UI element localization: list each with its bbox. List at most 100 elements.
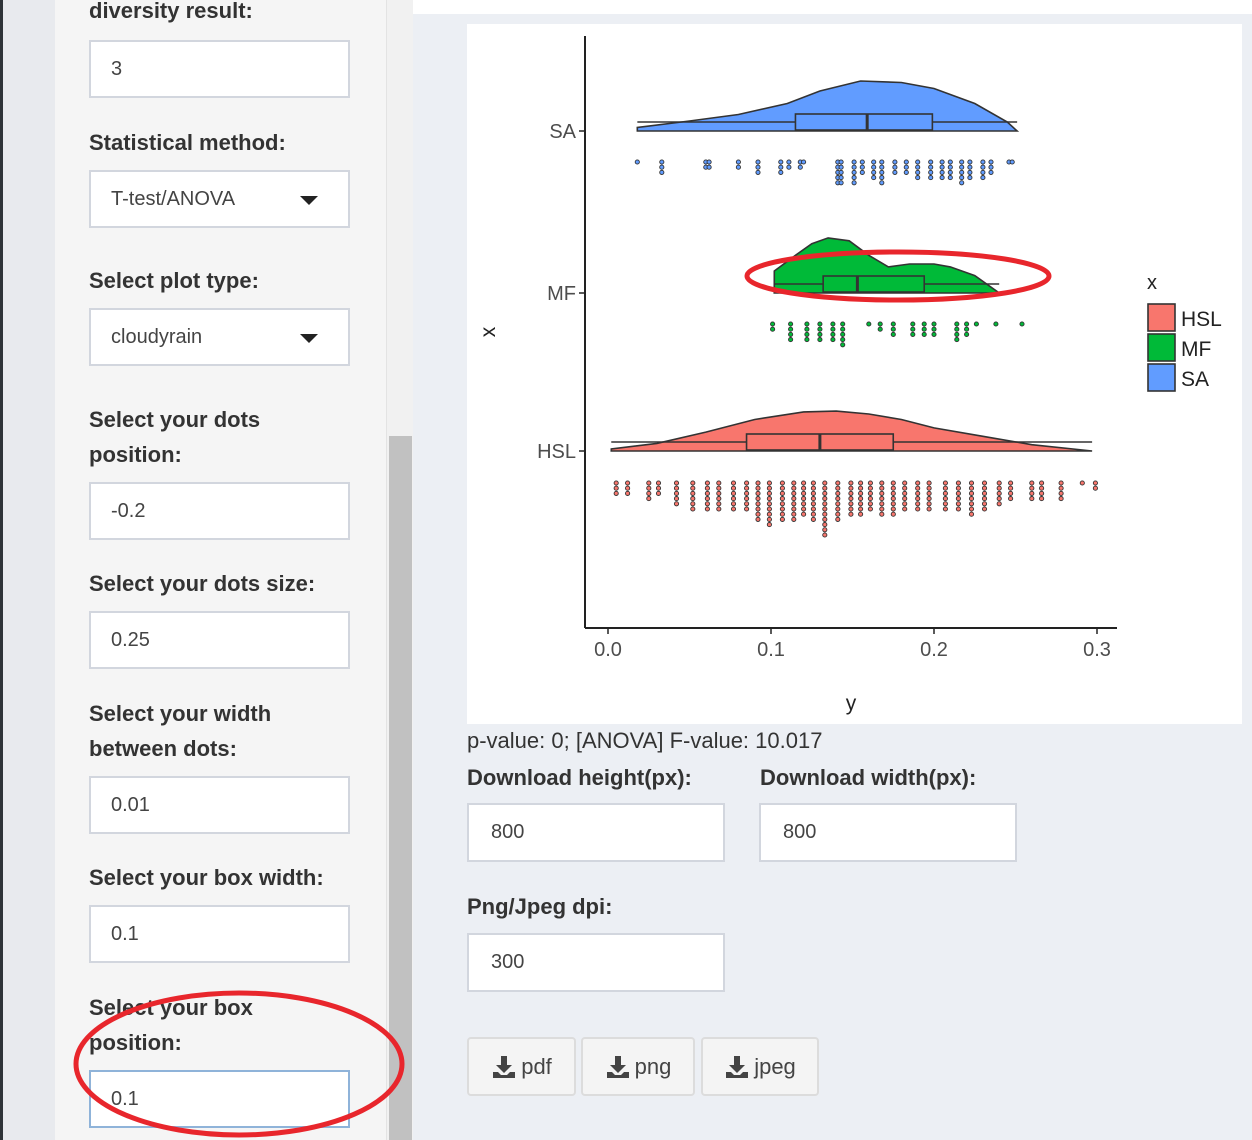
dots-size-input[interactable]: 0.25 bbox=[89, 611, 350, 669]
hsl-dot bbox=[779, 485, 785, 491]
hsl-dot bbox=[801, 496, 807, 502]
sa-dot bbox=[947, 169, 953, 175]
mf-dot bbox=[954, 337, 960, 343]
hsl-dot bbox=[867, 480, 873, 486]
download-height-input[interactable]: 800 bbox=[467, 803, 725, 862]
dpi-input[interactable]: 300 bbox=[467, 933, 725, 992]
hsl-dot bbox=[890, 490, 896, 496]
hsl-dot bbox=[1008, 496, 1014, 502]
mf-dot bbox=[954, 321, 960, 327]
hsl-dot bbox=[791, 516, 797, 522]
dots-size-label: Select your dots size: bbox=[89, 571, 316, 596]
hsl-dot bbox=[730, 490, 737, 496]
hsl-dot bbox=[822, 522, 828, 528]
hsl-dot bbox=[915, 496, 921, 502]
hsl-dot bbox=[902, 501, 908, 507]
sidebar-scrollbar-thumb[interactable] bbox=[389, 436, 412, 1140]
hsl-dot bbox=[625, 490, 631, 496]
hsl-dot bbox=[968, 496, 975, 502]
sidebar-panel: diversity result: 3 Statistical method: … bbox=[55, 0, 387, 1140]
sa-dot bbox=[959, 180, 965, 186]
plot-type-select[interactable]: cloudyrain bbox=[89, 308, 350, 366]
hsl-dot bbox=[673, 496, 680, 502]
hsl-dot bbox=[766, 501, 772, 507]
hsl-dot bbox=[915, 490, 921, 496]
hsl-dot bbox=[704, 506, 710, 512]
sa-dot bbox=[903, 169, 909, 175]
hsl-dot bbox=[791, 480, 797, 486]
hsl-dot bbox=[915, 506, 921, 512]
hsl-dot bbox=[942, 496, 948, 502]
hsl-dot bbox=[744, 496, 750, 502]
hsl-dot bbox=[755, 511, 761, 517]
download-icon bbox=[606, 1055, 629, 1078]
hsl-dot bbox=[801, 511, 807, 517]
sa-dot bbox=[838, 180, 844, 186]
sa-dot bbox=[959, 164, 965, 170]
sa-dot bbox=[892, 164, 898, 170]
sa-dot bbox=[859, 164, 865, 170]
statistical-method-select[interactable]: T-test/ANOVA bbox=[89, 170, 350, 228]
hsl-dot bbox=[810, 506, 816, 512]
sa-dot bbox=[735, 164, 741, 170]
dots-width-input[interactable]: 0.01 bbox=[89, 776, 350, 834]
sa-dot bbox=[778, 164, 784, 170]
diversity-result-input[interactable]: 3 bbox=[89, 40, 350, 98]
sa-dot bbox=[967, 175, 973, 181]
box-position-label-line1: Select your box bbox=[89, 995, 253, 1020]
hsl-dot bbox=[867, 501, 873, 507]
dots-position-label-line2: position: bbox=[89, 442, 182, 467]
chevron-down-icon bbox=[300, 334, 318, 343]
hsl-dot bbox=[996, 485, 1002, 491]
hsl-dot bbox=[858, 485, 864, 491]
sa-dot bbox=[967, 159, 973, 165]
download-pdf-button[interactable]: pdf bbox=[467, 1037, 576, 1096]
hsl-dot bbox=[822, 496, 828, 502]
sa-dot bbox=[706, 164, 712, 170]
hsl-dot bbox=[744, 490, 750, 496]
box-width-input[interactable]: 0.1 bbox=[89, 905, 350, 963]
hsl-dot bbox=[716, 496, 722, 502]
box-position-input[interactable]: 0.1 bbox=[89, 1070, 350, 1128]
sa-dot bbox=[778, 169, 784, 175]
download-jpeg-button[interactable]: jpeg bbox=[701, 1037, 819, 1096]
hsl-dot bbox=[766, 522, 772, 528]
sa-dot bbox=[947, 175, 953, 181]
legend-label-hsl: HSL bbox=[1181, 308, 1222, 331]
hsl-dot bbox=[858, 506, 864, 512]
mf-dot bbox=[921, 321, 927, 327]
hsl-dot bbox=[968, 501, 975, 507]
download-width-input[interactable]: 800 bbox=[759, 803, 1017, 862]
hsl-dot bbox=[879, 485, 885, 491]
hsl-dot bbox=[879, 496, 885, 502]
hsl-dot bbox=[716, 480, 722, 486]
download-icon bbox=[493, 1055, 516, 1078]
hsl-dot bbox=[822, 485, 828, 491]
hsl-dot bbox=[646, 496, 652, 502]
mf-dot bbox=[804, 331, 810, 337]
sa-dot bbox=[797, 164, 803, 170]
y-tick-label: MF bbox=[547, 283, 576, 305]
hsl-dot bbox=[996, 496, 1002, 502]
hsl-dot bbox=[915, 480, 921, 486]
hsl-dot bbox=[1092, 485, 1098, 491]
sa-dot bbox=[915, 169, 921, 175]
mf-dot bbox=[866, 321, 872, 327]
sa-dot bbox=[980, 159, 986, 165]
hsl-dot bbox=[968, 480, 975, 486]
dots-position-input[interactable]: -0.2 bbox=[89, 482, 350, 540]
hsl-dot bbox=[673, 490, 680, 496]
hsl-dot bbox=[779, 490, 785, 496]
hsl-dot bbox=[915, 501, 921, 507]
mf-dot bbox=[964, 326, 970, 332]
hsl-dot bbox=[673, 480, 680, 486]
hsl-dot bbox=[926, 490, 932, 496]
sa-dot bbox=[859, 159, 865, 165]
download-png-button[interactable]: png bbox=[581, 1037, 695, 1096]
hsl-dot bbox=[791, 485, 797, 491]
hsl-dot bbox=[955, 480, 961, 486]
mf-dot bbox=[788, 321, 794, 327]
hsl-dot bbox=[766, 511, 772, 517]
mf-dot bbox=[877, 326, 883, 332]
hsl-dot bbox=[673, 501, 680, 507]
